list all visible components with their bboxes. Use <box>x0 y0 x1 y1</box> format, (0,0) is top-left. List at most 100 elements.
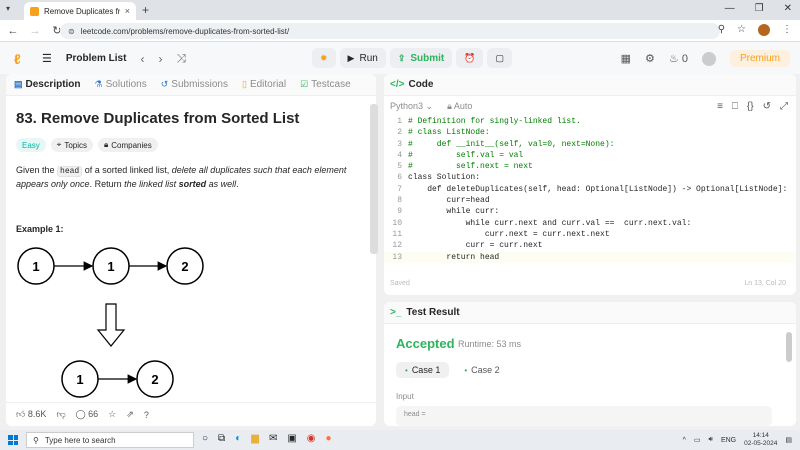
leetcode-logo[interactable]: ℓ <box>14 51 21 67</box>
bookmark-star-icon[interactable]: ☆ <box>737 24 746 36</box>
share-icon[interactable]: ⇗ <box>126 409 134 420</box>
edge-icon[interactable]: ◐ <box>235 433 241 444</box>
network-icon[interactable]: ▭ <box>694 436 701 444</box>
firefox-icon[interactable]: ● <box>326 433 332 444</box>
companies-button[interactable]: 🔒︎ Companies <box>98 138 158 152</box>
problem-list-link[interactable]: Problem List <box>66 53 127 64</box>
tab-editorial-label: Editorial <box>249 79 287 90</box>
file-explorer-icon[interactable]: ▆ <box>251 433 259 444</box>
desc-emphasis: as well <box>206 179 237 189</box>
fullscreen-icon[interactable]: ⤢ <box>780 101 788 112</box>
chrome-icon[interactable]: ◉ <box>307 433 316 444</box>
notes-button[interactable]: ▢ <box>487 48 512 68</box>
comment-count: 66 <box>88 409 99 419</box>
line-number: 2 <box>397 128 402 138</box>
settings-gear-icon[interactable]: ⚙ <box>645 52 655 65</box>
auto-label: Auto <box>453 100 473 111</box>
code-line: 8 curr=head <box>384 195 796 206</box>
tab-testcase[interactable]: ☑ Testcase <box>300 79 351 90</box>
browser-tab[interactable]: Remove Duplicates from Sorte... × <box>24 2 136 20</box>
url-bar[interactable]: ⊜ leetcode.com/problems/remove-duplicate… <box>60 23 720 39</box>
back-icon[interactable]: ← <box>4 25 22 37</box>
volume-icon[interactable]: 🔊︎ <box>709 436 713 444</box>
minimize-button[interactable]: — <box>725 3 735 14</box>
browser-menu-icon[interactable]: ⋮ <box>782 24 792 36</box>
next-problem-icon[interactable]: › <box>158 52 162 66</box>
code-text: # class ListNode: <box>408 128 490 138</box>
dislike-button[interactable]: 👎︎ <box>56 409 65 420</box>
profile-avatar[interactable] <box>758 24 770 36</box>
problem-list-icon[interactable]: ☰ <box>42 52 52 65</box>
tab-submissions[interactable]: ↺ Submissions <box>161 79 228 90</box>
code-line: 3 # def __init__(self, val=0, next=None): <box>384 139 796 150</box>
code-text: # Definition for singly-linked list. <box>408 117 581 126</box>
format-icon[interactable]: ≡ <box>717 101 723 112</box>
shuffle-icon[interactable]: ⤨ <box>176 51 186 66</box>
code-panel-header: </> Code <box>384 74 796 96</box>
like-button[interactable]: 👍︎ 8.6K <box>16 409 46 420</box>
store-icon[interactable]: ▣ <box>287 433 296 444</box>
task-view-icon[interactable]: ⧉ <box>218 433 225 444</box>
result-runtime: Runtime: 53 ms <box>458 339 522 349</box>
tab-solutions[interactable]: ⚗ Solutions <box>95 79 147 90</box>
windows-start-icon[interactable] <box>8 435 18 445</box>
layout-icon[interactable]: ▦ <box>621 52 631 65</box>
help-icon[interactable]: ? <box>144 410 149 420</box>
submit-label: Submit <box>410 52 445 64</box>
desc-text: . <box>236 179 239 189</box>
fire-icon: ♨ <box>668 53 679 65</box>
reset-icon[interactable]: ↺ <box>763 101 771 112</box>
run-button[interactable]: ▶ Run <box>339 48 386 68</box>
desc-text: of a sorted linked list, <box>82 165 172 175</box>
desc-text: Given the <box>16 165 58 175</box>
braces-icon[interactable]: {} <box>747 101 754 112</box>
user-avatar[interactable] <box>701 51 716 66</box>
language-select[interactable]: Python3 ⌄ <box>390 101 433 112</box>
taskbar-clock[interactable]: 14:14 02-05-2024 <box>744 432 777 448</box>
zoom-search-icon[interactable]: ⚲ <box>718 24 725 36</box>
bookmark-icon[interactable]: ⎕ <box>732 101 738 112</box>
code-text: while curr: <box>408 207 500 217</box>
notifications-icon[interactable]: ▤ <box>785 436 792 444</box>
premium-button[interactable]: Premium <box>729 50 790 67</box>
timer-button[interactable]: ⏰ <box>456 48 484 68</box>
forward-icon[interactable]: → <box>26 25 44 37</box>
tab-editorial[interactable]: ▯ Editorial <box>242 79 286 90</box>
node-value: 1 <box>32 259 39 274</box>
thumbs-down-icon: 👎︎ <box>56 409 66 419</box>
topics-button[interactable]: ⌖ Topics <box>50 138 93 152</box>
close-window-button[interactable]: ✕ <box>784 3 792 14</box>
code-editor[interactable]: 1 # Definition for singly-linked list. 2 # … <box>384 116 796 270</box>
test-result-scrollbar[interactable] <box>786 332 792 362</box>
comments-button[interactable]: ◯ 66 <box>76 409 99 420</box>
submit-button[interactable]: ⇪ Submit <box>389 48 453 68</box>
site-info-icon[interactable]: ⊜ <box>68 27 75 36</box>
code-text: class Solution: <box>408 173 481 183</box>
maximize-button[interactable]: ❐ <box>755 3 764 14</box>
new-tab-button[interactable]: + <box>142 3 149 17</box>
lock-icon: 🔒︎ <box>104 140 109 149</box>
streak-counter[interactable]: ♨ 0 <box>669 52 688 65</box>
tab-search-icon[interactable]: ▾ <box>6 4 10 13</box>
code-text: # self.next = next <box>408 162 533 172</box>
tray-up-icon[interactable]: ^ <box>683 437 686 444</box>
chevron-down-icon: ⌄ <box>425 100 434 111</box>
mail-icon[interactable]: ✉ <box>269 433 277 444</box>
line-number: 4 <box>397 150 402 160</box>
input-label: Input <box>396 392 414 401</box>
tab-description[interactable]: ▤ Description <box>14 79 81 90</box>
code-panel-title: Code <box>408 79 434 90</box>
case-tab-2[interactable]: • Case 2 <box>455 362 508 378</box>
cortana-icon[interactable]: ○ <box>202 433 208 444</box>
comment-icon: ◯ <box>75 409 86 419</box>
input-language[interactable]: ENG <box>721 437 736 444</box>
case-tab-1[interactable]: • Case 1 <box>396 362 450 378</box>
auto-toggle[interactable]: 🔒︎ Auto <box>447 101 472 112</box>
favorite-star-icon[interactable]: ☆ <box>108 409 116 420</box>
tab-close-icon[interactable]: × <box>125 6 130 16</box>
debug-button[interactable]: ✹ <box>312 48 336 68</box>
prev-problem-icon[interactable]: ‹ <box>140 52 144 66</box>
taskbar-search[interactable]: ⚲ Type here to search <box>26 432 194 448</box>
clock-date: 02-05-2024 <box>744 440 778 447</box>
description-scrollbar[interactable] <box>370 104 378 254</box>
